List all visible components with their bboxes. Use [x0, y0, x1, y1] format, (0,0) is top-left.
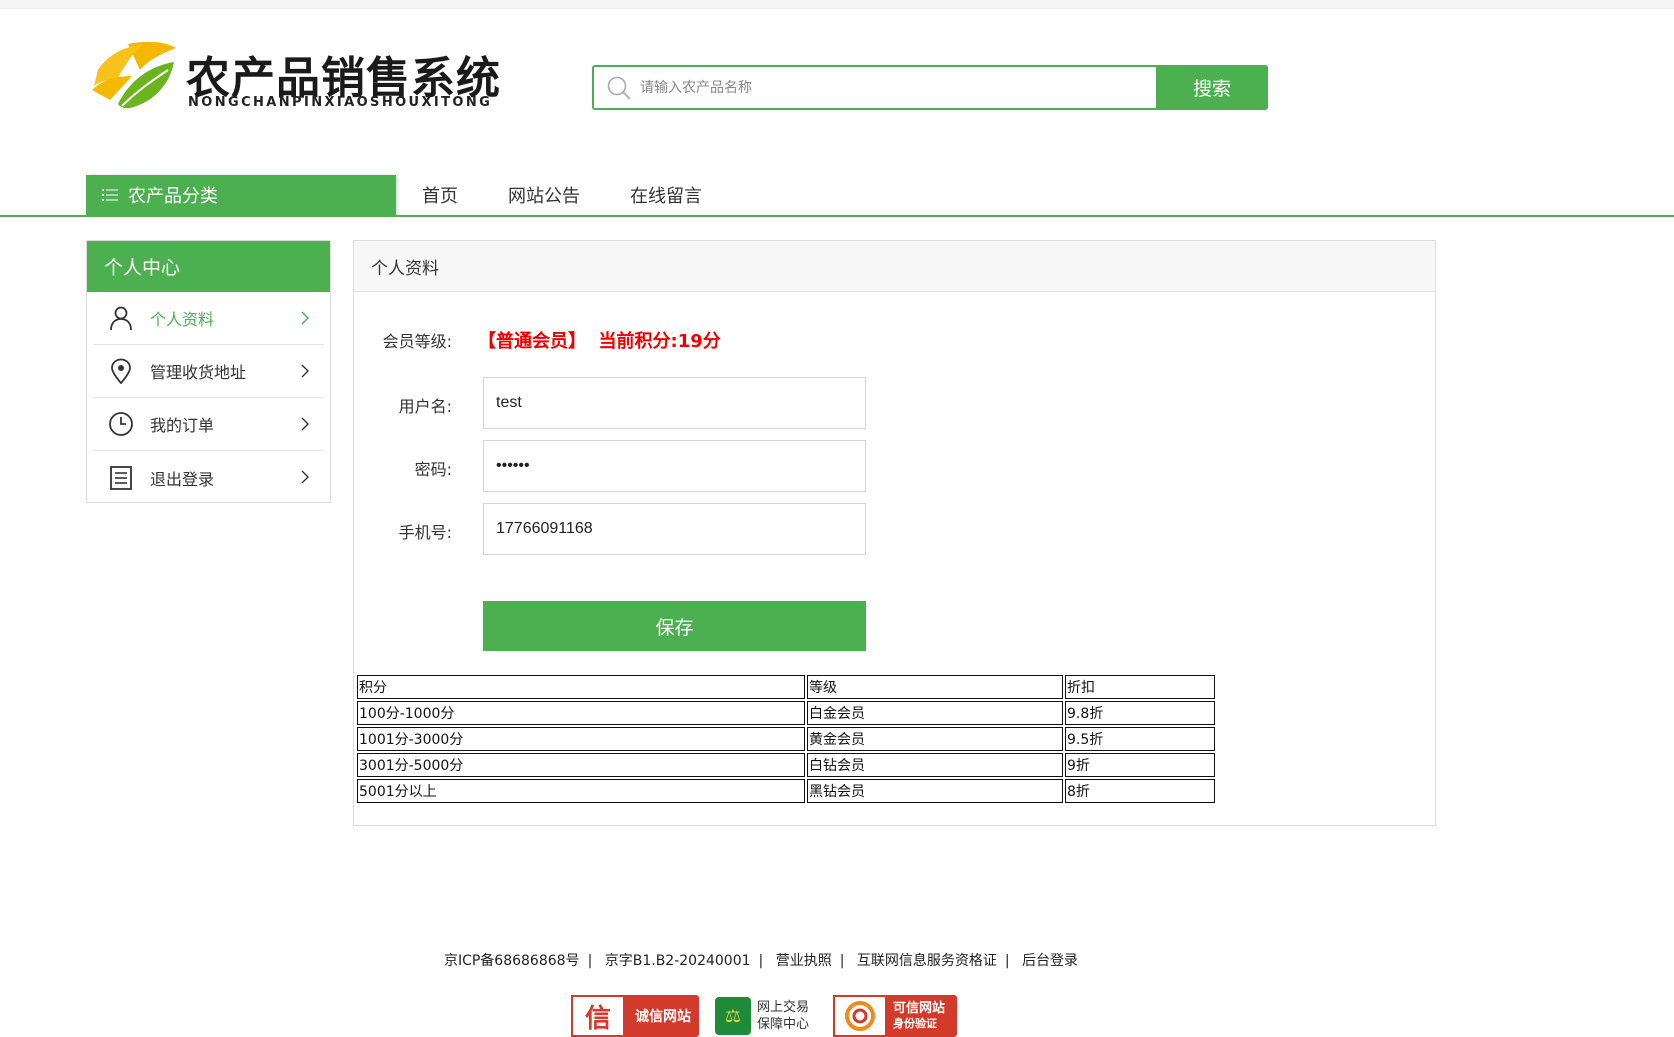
clock-icon: [109, 412, 133, 436]
table-cell: 8折: [1065, 779, 1215, 803]
badge-text: 网上交易: [757, 1000, 810, 1015]
search-input[interactable]: [640, 73, 1160, 102]
profile-panel: 个人资料 会员等级: 【普通会员】 当前积分:19分 用户名: 密码: 手机号:…: [353, 240, 1436, 826]
member-level-row: 会员等级: 【普通会员】 当前积分:19分: [354, 327, 721, 353]
sidebar-item-addresses[interactable]: 管理收货地址: [93, 345, 324, 398]
main-nav: 首页 网站公告 在线留言: [398, 175, 728, 215]
member-level-value: 【普通会员】 当前积分:19分: [478, 331, 721, 352]
badge-text: 诚信网站: [635, 1009, 691, 1025]
phone-label: 手机号:: [398, 523, 452, 542]
sidebar-item-logout[interactable]: 退出登录: [93, 451, 324, 504]
table-cell: 5001分以上: [357, 779, 805, 803]
leaf-logo-icon: [92, 41, 176, 109]
table-cell: 9.8折: [1065, 701, 1215, 725]
sidebar-item-label: 退出登录: [150, 469, 215, 489]
top-strip: [0, 0, 1674, 9]
sidebar-item-orders[interactable]: 我的订单: [93, 398, 324, 451]
user-icon: [110, 306, 132, 331]
member-level-label: 会员等级:: [382, 332, 452, 351]
footer-link-business-license[interactable]: 营业执照: [776, 953, 832, 969]
username-row: 用户名:: [354, 393, 458, 417]
profile-section-title: 个人资料: [354, 241, 1435, 292]
table-cell: 3001分-5000分: [357, 753, 805, 777]
nav-link-announcements[interactable]: 网站公告: [508, 182, 580, 208]
document-icon: [110, 465, 132, 490]
nav-link-home[interactable]: 首页: [422, 182, 458, 208]
list-icon: [102, 189, 118, 201]
chevron-right-icon: [301, 470, 309, 484]
chevron-right-icon: [301, 417, 309, 431]
sidebar-title: 个人中心: [87, 241, 330, 292]
nav-divider: [0, 215, 1674, 217]
member-levels-table: 积分 等级 折扣 100分-1000分 白金会员 9.8折 1001分-3000…: [355, 673, 1217, 805]
table-row: 5001分以上 黑钻会员 8折: [357, 779, 1215, 803]
swirl-logo-icon: [833, 995, 887, 1037]
scales-icon: ⚖: [715, 997, 751, 1035]
table-row: 3001分-5000分 白钻会员 9折: [357, 753, 1215, 777]
trust-badge-verified[interactable]: 可信网站 身份验证: [833, 995, 957, 1037]
table-cell: 1001分-3000分: [357, 727, 805, 751]
footer-link-license-b1[interactable]: 京字B1.B2-20240001: [605, 953, 751, 969]
table-cell: 9折: [1065, 753, 1215, 777]
chevron-right-icon: [301, 311, 309, 325]
category-menu-button[interactable]: 农产品分类: [86, 175, 396, 215]
trust-badge-trade[interactable]: ⚖ 网上交易 保障中心: [715, 995, 817, 1037]
table-cell: 白钻会员: [807, 753, 1063, 777]
username-label: 用户名:: [398, 397, 452, 416]
badge-text: 可信网站: [893, 1001, 946, 1016]
table-header-cell: 折扣: [1065, 675, 1215, 699]
trust-badges: 信 诚信网站 ⚖ 网上交易 保障中心 可信网站 身份验证: [571, 995, 973, 1037]
location-icon: [111, 358, 131, 384]
sidebar-item-label: 管理收货地址: [150, 363, 247, 382]
table-header-cell: 积分: [357, 675, 805, 699]
table-row: 100分-1000分 白金会员 9.8折: [357, 701, 1215, 725]
search-bar: 搜索: [592, 65, 1268, 110]
table-cell: 100分-1000分: [357, 701, 805, 725]
site-logo[interactable]: 农产品销售系统 NONGCHANPINXIAOSHOUXITONG: [88, 40, 508, 120]
phone-row: 手机号:: [354, 519, 458, 543]
table-row: 1001分-3000分 黄金会员 9.5折: [357, 727, 1215, 751]
save-button[interactable]: 保存: [483, 601, 866, 651]
password-field[interactable]: [483, 440, 866, 492]
search-button[interactable]: 搜索: [1156, 65, 1268, 110]
password-row: 密码:: [354, 456, 458, 480]
sidebar-item-label: 个人资料: [150, 310, 215, 329]
sidebar-item-label: 我的订单: [150, 416, 215, 435]
search-icon: [607, 76, 631, 100]
site-subtitle: NONGCHANPINXIAOSHOUXITONG: [188, 95, 493, 110]
footer-link-admin-login[interactable]: 后台登录: [1022, 953, 1078, 969]
table-header-cell: 等级: [807, 675, 1063, 699]
username-field[interactable]: [483, 377, 866, 429]
footer-link-icp[interactable]: 京ICP备68686868号: [444, 953, 580, 969]
badge-mark-icon: 信: [571, 995, 625, 1037]
chevron-right-icon: [301, 364, 309, 378]
badge-text: 身份验证: [893, 1017, 937, 1030]
badge-text: 保障中心: [757, 1017, 810, 1032]
phone-field[interactable]: [483, 503, 866, 555]
footer-links: 京ICP备68686868号 | 京字B1.B2-20240001 | 营业执照 | …: [443, 953, 1079, 969]
password-label: 密码:: [414, 460, 452, 479]
table-cell: 9.5折: [1065, 727, 1215, 751]
table-cell: 白金会员: [807, 701, 1063, 725]
table-header-row: 积分 等级 折扣: [357, 675, 1215, 699]
user-center-sidebar: 个人中心 个人资料 管理收货地址 我的订单 退出登录: [86, 240, 331, 503]
sidebar-item-profile[interactable]: 个人资料: [93, 292, 324, 345]
footer-link-internet-cert[interactable]: 互联网信息服务资格证: [857, 953, 997, 969]
category-menu-label: 农产品分类: [128, 186, 218, 207]
table-cell: 黄金会员: [807, 727, 1063, 751]
trust-badge-integrity[interactable]: 信 诚信网站: [571, 995, 699, 1037]
table-cell: 黑钻会员: [807, 779, 1063, 803]
nav-link-messages[interactable]: 在线留言: [630, 182, 702, 208]
